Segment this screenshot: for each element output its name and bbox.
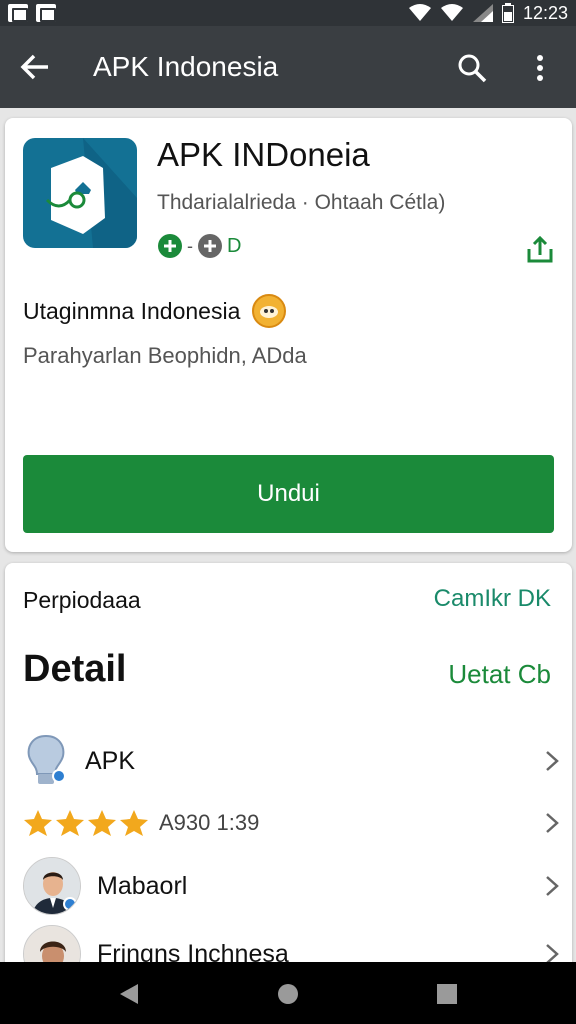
- list-item-person[interactable]: Mabaorl: [23, 855, 559, 917]
- app-badges: - D: [157, 233, 241, 259]
- headline-text: Utaginmna Indonesia: [23, 297, 241, 324]
- install-button[interactable]: Undui: [23, 455, 554, 533]
- home-icon[interactable]: [277, 983, 299, 1005]
- app-bar: APK Indonesia: [0, 26, 576, 108]
- more-vert-icon[interactable]: [520, 46, 560, 90]
- status-time: 12:23: [522, 2, 568, 23]
- star-icon: [56, 810, 84, 836]
- search-icon[interactable]: [448, 46, 496, 90]
- app-icon: [23, 138, 137, 248]
- chevron-right-icon: [546, 813, 559, 833]
- emoji-icon: [252, 294, 287, 328]
- badge-separator: -: [187, 235, 193, 256]
- recents-icon[interactable]: [436, 983, 458, 1005]
- list-item-apk[interactable]: APK: [23, 731, 559, 791]
- share-icon[interactable]: [523, 233, 557, 267]
- section-label: Perpiodaaa: [23, 587, 141, 613]
- app-name: APK INDoneia: [157, 136, 370, 173]
- chevron-right-icon: [546, 876, 559, 896]
- rating-stars: [23, 809, 149, 837]
- app-description: Parahyarlan Beophidn, ADda: [23, 343, 307, 368]
- detail-title: Detail: [23, 648, 127, 690]
- badge-suffix: D: [227, 234, 242, 257]
- plus-circle-icon: [158, 234, 182, 258]
- app-bar-title: APK Indonesia: [93, 51, 279, 82]
- wifi-icon: [408, 4, 431, 21]
- list-item-label: APK: [85, 746, 136, 775]
- star-icon: [24, 810, 52, 836]
- notification-icon: [8, 4, 28, 22]
- app-info-card: APK INDoneia Thdarialalrieda · Ohtaah Cé…: [5, 118, 572, 552]
- detail-link[interactable]: Uetat Cb: [448, 659, 551, 690]
- back-icon[interactable]: [118, 983, 140, 1005]
- battery-icon: [501, 3, 514, 23]
- star-icon: [120, 810, 148, 836]
- plus-circle-gray-icon: [198, 234, 222, 258]
- back-arrow-icon[interactable]: [0, 26, 70, 108]
- signal-icon: [440, 4, 463, 21]
- rating-text: A930 1:39: [159, 810, 260, 835]
- app-headline: Utaginmna Indonesia: [23, 294, 287, 328]
- details-card: Perpiodaaa CamIkr DK Detail Uetat Cb APK…: [5, 563, 572, 983]
- list-item-rating[interactable]: A930 1:39: [23, 803, 559, 843]
- star-icon: [88, 810, 116, 836]
- status-bar: 12:23: [0, 0, 576, 26]
- gallery-icon: [36, 4, 56, 22]
- sim-icon: [472, 4, 493, 22]
- app-developer: Thdarialalrieda · Ohtaah Cétla): [157, 191, 446, 214]
- section-link[interactable]: CamIkr DK: [434, 585, 551, 613]
- chevron-right-icon: [546, 751, 559, 771]
- navigation-bar: [0, 962, 576, 1024]
- avatar: [23, 857, 81, 915]
- list-item-label: Mabaorl: [97, 871, 188, 900]
- lightbulb-icon: [27, 734, 66, 784]
